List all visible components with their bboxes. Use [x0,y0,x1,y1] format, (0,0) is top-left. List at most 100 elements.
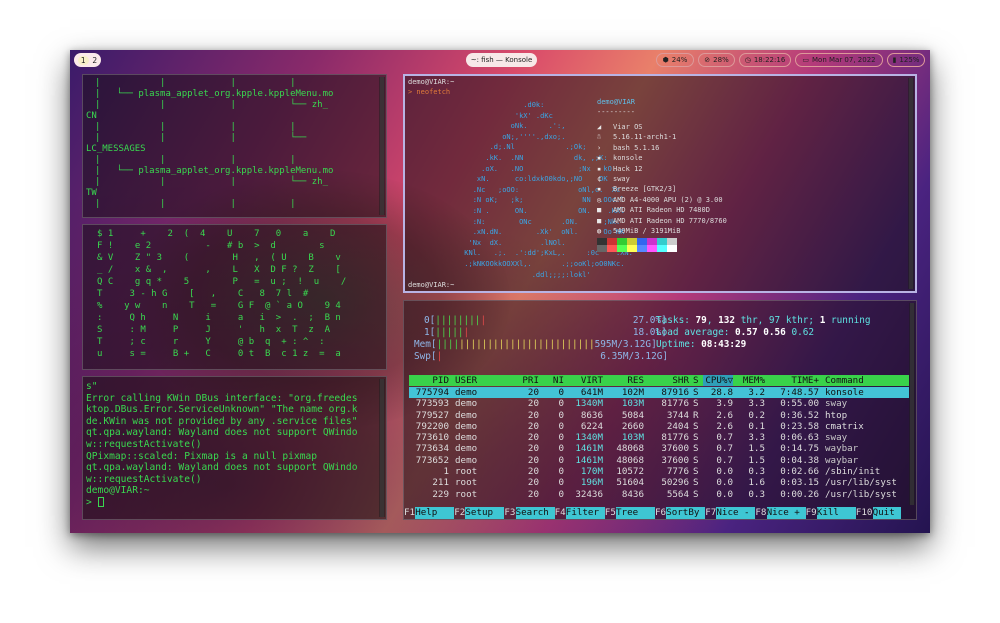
fkey-label[interactable]: SortBy [666,507,706,519]
process-cell: 0.2 [748,409,765,421]
process-cell: 20 [527,466,539,478]
column-header[interactable]: MEM% [737,375,765,386]
process-cell: 211 [432,477,449,489]
process-cell: 103M [621,398,644,410]
fkey-f6[interactable]: F6 [655,507,666,519]
log-line: qt.qpa.wayland: Wayland does not support… [86,462,358,474]
info-line: ▪ Hack 12 [597,164,727,174]
fkey-f1[interactable]: F1 [404,507,415,519]
process-cell: 1.5 [748,454,765,466]
fkey-label[interactable]: Filter [565,507,605,519]
load-average: Load average: 0.57 0.56 0.62 [656,327,815,338]
process-cell: 0 [558,387,564,398]
fkey-label[interactable]: Help [415,507,455,519]
workspace-switcher: 1 2 [74,53,101,67]
process-cell: 81776 [661,432,689,444]
fkey-f9[interactable]: F9 [806,507,817,519]
workspace-2[interactable]: 2 [92,56,97,65]
scrollbar[interactable] [379,77,385,215]
column-header[interactable]: RES [606,375,644,386]
column-header[interactable]: PRI [513,375,539,386]
info-line: ▪ Breeze [GTK2/3] [597,184,727,194]
tree-line: | | | | [95,155,296,165]
process-cell: 0.7 [716,432,733,444]
column-header[interactable]: PID [411,375,449,386]
process-row[interactable]: 1 root 20 0 170M 10572 7776 S 0.0 0.3 0:02.66/sbin… [409,466,909,477]
fkey-f5[interactable]: F5 [605,507,616,519]
scrollbar[interactable] [909,303,915,505]
process-row[interactable]: 779527 demo 20 0 8636 5084 3744 R 2.6 0.2 0:36.52 h… [409,410,909,421]
fkey-label[interactable]: Nice - [716,507,756,519]
fkey-label[interactable]: Kill [816,507,856,519]
fkey-label[interactable]: Setup [465,507,505,519]
process-row[interactable]: 792200 demo 20 0 6224 2660 2404 S 2.6 0.1 0:23.58 c… [409,421,909,432]
fkey-label[interactable]: Quit [872,507,901,519]
htop-pane[interactable]: 0[||||||||| 27.0%] 1[|||||| 18.0%] Mem[|… [403,300,917,520]
column-header[interactable]: VIRT [569,375,603,386]
text-cursor [97,496,104,507]
column-header[interactable]: S [693,375,703,386]
process-cell: 229 [432,488,449,500]
process-row[interactable]: 773634 demo 20 0 1461M 48068 37600 S 0.7 1.5 0:14.… [409,443,909,454]
process-cell: 0 [558,443,564,455]
battery-icon: ▮ [892,56,897,64]
column-header[interactable]: USER [455,375,495,386]
date-pill[interactable]: ▭ Mon Mar 07, 2022 [795,53,883,67]
column-header[interactable]: SHR [649,375,689,386]
fkey-label[interactable]: Nice + [766,507,806,519]
process-cell: 50296 [661,477,689,489]
palette-swatch [637,238,647,245]
process-cell: 32436 [575,488,603,500]
gpu-usage-pill[interactable]: ⬢ 24% [656,53,694,67]
tux-icon: ☃ [597,133,602,142]
command-line[interactable]: > [86,496,357,509]
process-row[interactable]: 229 root 20 0 32436 8436 5564 S 0.0 0.3 0:00.26/us… [409,489,909,500]
process-row[interactable]: 775794 demo 20 0 641M 102M 87916 S 28.8 3.2 7:48.5… [409,387,909,399]
process-cell: 8636 [580,409,603,421]
process-row[interactable]: 773593 demo 20 0 1340M 103M 81776 S 3.9 3.3 0:55.0… [409,398,909,409]
cmatrix-pane[interactable]: $ 1 + 2 ( 4 U 7 0 a D F ! e 2 - # b > d … [82,224,387,370]
column-header[interactable]: Command [825,375,909,386]
column-header[interactable]: TIME+ [771,375,819,386]
process-cell: konsole [825,387,864,398]
battery: 125% [899,56,920,64]
fkey-f3[interactable]: F3 [504,507,515,519]
fkey-f10[interactable]: F10 [856,507,873,519]
fkey-label[interactable]: Tree [616,507,655,519]
process-table-header[interactable]: PID USER PRI NI VIRT RES SHR S CPU%▽ MEM% TIME+ Com… [409,375,909,386]
process-cell: 20 [527,432,539,444]
fkey-f2[interactable]: F2 [454,507,465,519]
info-line: ◎ AMD A4-4000 APU (2) @ 3.00 [597,195,727,205]
fkey-label[interactable]: Search [515,507,555,519]
scrollbar[interactable] [908,78,914,289]
process-cell: 0:00.26 [780,488,819,500]
scrollbar[interactable] [379,379,385,517]
matrix-line: : Q h N i a i > . ; B n [97,313,341,323]
column-header[interactable]: CPU%▽ [703,375,733,386]
process-cell: root [455,466,478,478]
process-cell: 792200 [415,420,449,432]
process-cell: S [693,432,699,444]
process-row[interactable]: 211 root 20 0 196M 51604 50296 S 0.0 1.6 0:03.15/u… [409,477,909,488]
log-line: QPixmap::scaled: Pixmap is a null pixmap [86,450,318,462]
clock-pill[interactable]: ◷ 18:22:16 [739,53,791,67]
info-line: ▪ konsole [597,153,727,163]
process-cell: S [693,477,699,489]
calendar-icon: ▭ [802,56,810,64]
process-row[interactable]: 773652 demo 20 0 1461M 48068 37600 S 0.7 1.5 0:04.… [409,455,909,466]
terminal-tree-pane[interactable]: | | | | | └── plasma_applet_org.kpple.kp… [82,74,387,218]
matrix-line: & V Z " 3 ( H , ( U B v [97,253,341,263]
fkey-f4[interactable]: F4 [555,507,566,519]
fkey-f8[interactable]: F8 [755,507,766,519]
column-header[interactable]: NI [542,375,564,386]
info-line: ◢ Viar OS [597,122,727,132]
fkey-f7[interactable]: F7 [705,507,716,519]
palette-swatch [597,245,607,252]
battery-pill[interactable]: ▮ 125% [887,53,925,67]
process-row[interactable]: 773610 demo 20 0 1340M 103M 81776 S 0.7 3.3 0:06.6… [409,432,909,443]
terminal-log-pane[interactable]: s" Error calling KWin DBus interface: "or… [82,376,387,520]
workspace-1[interactable]: 1 [77,55,89,65]
neofetch-pane[interactable]: demo@VIAR:~ > neofetch .d0k: 'kX' .dKc o… [403,74,917,293]
cpu-usage-pill[interactable]: ⊘ 28% [698,53,735,67]
palette-swatch [647,238,657,245]
